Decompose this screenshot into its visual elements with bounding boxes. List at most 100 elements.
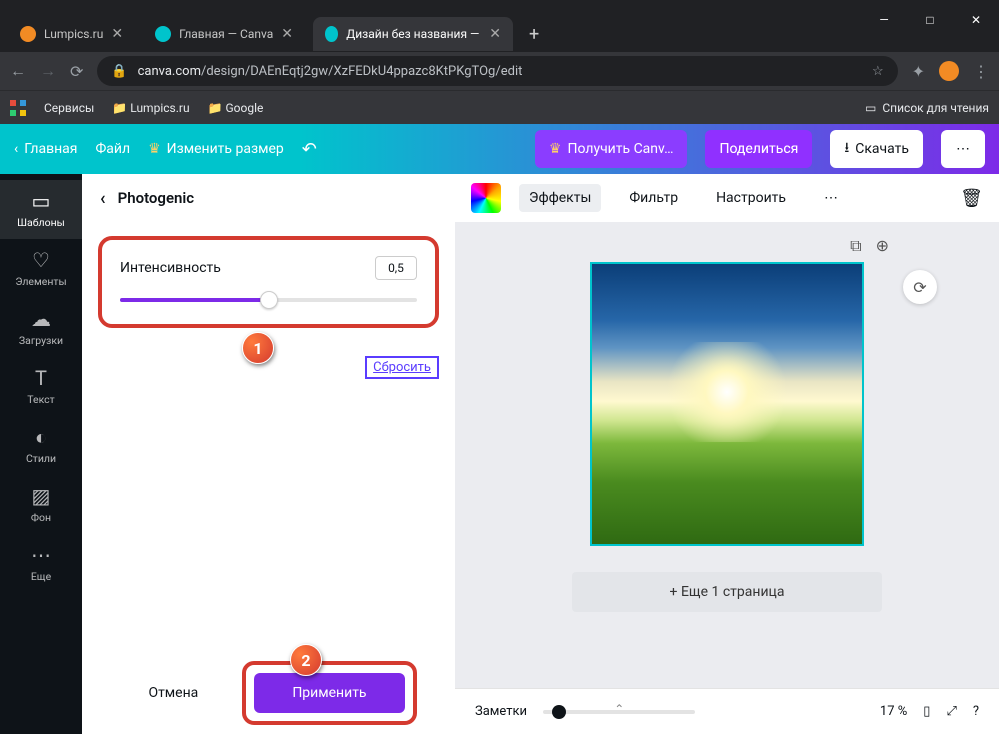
adjust-button[interactable]: Настроить — [706, 184, 796, 212]
favicon-icon — [155, 26, 171, 42]
templates-icon: ▭ — [32, 190, 51, 212]
zoom-slider[interactable]: ⌃ — [543, 710, 695, 714]
panel-body: Интенсивность 0,5 1 Сбросить — [82, 222, 455, 652]
bookmark-item[interactable]: 📁 Lumpics.ru — [112, 101, 189, 115]
rail-background[interactable]: ▨Фон — [0, 475, 82, 534]
menu-icon[interactable]: ⋮ — [973, 62, 989, 81]
favicon-icon — [325, 26, 338, 42]
slider-value-input[interactable]: 0,5 — [375, 256, 417, 280]
more-icon: ⋯ — [31, 544, 51, 566]
apply-callout: Применить — [242, 661, 416, 725]
tab-title: Главная — Canva — [179, 27, 273, 41]
more-button[interactable]: ⋯ — [941, 130, 985, 168]
bookmark-item[interactable]: 📁 Google — [208, 101, 264, 115]
close-tab-icon[interactable]: ✕ — [489, 26, 501, 42]
zoom-value: 17 % — [880, 704, 907, 719]
panel-header: ‹ Photogenic — [82, 174, 455, 222]
intensity-callout: Интенсивность 0,5 — [98, 236, 439, 328]
browser-tab[interactable]: Дизайн без названия — 1481 ✕ — [313, 17, 513, 51]
footer-handle-icon[interactable]: ⌃ — [614, 702, 624, 716]
annotation-badge-1: 1 — [242, 332, 274, 364]
rail-more[interactable]: ⋯Еще — [0, 534, 82, 593]
apply-button[interactable]: Применить — [254, 673, 404, 713]
reload-icon[interactable]: ⟳ — [70, 62, 83, 81]
notes-button[interactable]: Заметки — [475, 704, 527, 719]
zoom-thumb[interactable] — [552, 705, 566, 719]
context-more-icon[interactable]: ⋯ — [814, 184, 848, 212]
download-button[interactable]: ⭳ Скачать — [830, 130, 923, 168]
rail-styles[interactable]: ◐Стили — [0, 416, 82, 475]
minimize-button[interactable]: — — [861, 5, 907, 35]
lock-icon: 🔒 — [111, 64, 127, 79]
rail-uploads[interactable]: ☁Загрузки — [0, 298, 82, 357]
filter-button[interactable]: Фильтр — [619, 184, 688, 212]
back-icon[interactable]: ← — [10, 61, 26, 81]
styles-icon: ◐ — [35, 426, 47, 448]
tab-title: Дизайн без названия — 1481 — [346, 27, 481, 41]
canvas-column: Эффекты Фильтр Настроить ⋯ 🗑 ⧉ ⊕ ⟳ + Еще… — [455, 174, 999, 734]
reading-list[interactable]: ▭ Список для чтения — [865, 101, 989, 115]
background-icon: ▨ — [32, 485, 51, 507]
window-titlebar — [0, 0, 999, 16]
close-tab-icon[interactable]: ✕ — [111, 26, 123, 42]
url-text: canva.com/design/DAEnEqtj2gw/XzFEDkU4ppa… — [138, 64, 523, 79]
duplicate-page-icon[interactable]: ⧉ — [850, 236, 861, 256]
rail-text[interactable]: TТекст — [0, 357, 82, 416]
get-canva-button[interactable]: ♛ Получить Canv… — [535, 130, 688, 168]
left-panel: ‹ Photogenic Интенсивность 0,5 1 Сбросит… — [82, 174, 455, 734]
apps-icon[interactable] — [10, 100, 26, 116]
canvas-area[interactable]: ⧉ ⊕ ⟳ + Еще 1 страница — [455, 222, 999, 688]
bookmarks-bar: Сервисы 📁 Lumpics.ru 📁 Google ▭ Список д… — [0, 90, 999, 124]
pages-icon[interactable]: ▯ — [923, 704, 930, 719]
share-button[interactable]: Поделиться — [705, 130, 812, 168]
canvas-footer: Заметки ⌃ 17 % ▯ ⤢ ? — [455, 688, 999, 734]
undo-icon[interactable]: ↶ — [302, 139, 317, 160]
slider-fill — [120, 298, 269, 302]
slider-thumb[interactable] — [260, 291, 278, 309]
slider-row: Интенсивность 0,5 — [120, 256, 417, 280]
help-icon[interactable]: ? — [973, 704, 979, 719]
forward-icon[interactable]: → — [40, 61, 56, 81]
color-swatch[interactable] — [471, 183, 501, 213]
add-page-icon[interactable]: ⊕ — [876, 236, 889, 256]
app-body: ▭Шаблоны ♡Элементы ☁Загрузки TТекст ◐Сти… — [0, 174, 999, 734]
url-bar[interactable]: 🔒 canva.com/design/DAEnEqtj2gw/XzFEDkU4p… — [97, 56, 897, 86]
page-actions: ⧉ ⊕ — [850, 236, 889, 256]
effects-button[interactable]: Эффекты — [519, 184, 601, 212]
bookmark-services[interactable]: Сервисы — [44, 101, 94, 115]
annotation-badge-2: 2 — [290, 644, 322, 676]
panel-footer: 2 Отмена Применить — [82, 652, 455, 734]
file-menu[interactable]: Файл — [95, 141, 130, 157]
context-toolbar: Эффекты Фильтр Настроить ⋯ 🗑 — [455, 174, 999, 222]
new-tab-button[interactable]: + — [521, 24, 547, 45]
window-controls: — □ ✕ — [861, 5, 999, 35]
close-window-button[interactable]: ✕ — [953, 5, 999, 35]
intensity-slider[interactable] — [120, 298, 417, 302]
star-icon[interactable]: ☆ — [872, 64, 884, 79]
fullscreen-icon[interactable]: ⤢ — [946, 704, 956, 719]
panel-back-icon[interactable]: ‹ — [100, 188, 106, 209]
favicon-icon — [20, 26, 36, 42]
rotate-handle[interactable]: ⟳ — [903, 270, 937, 304]
browser-toolbar: ← → ⟳ 🔒 canva.com/design/DAEnEqtj2gw/XzF… — [0, 52, 999, 90]
close-tab-icon[interactable]: ✕ — [281, 26, 293, 42]
rail-templates[interactable]: ▭Шаблоны — [0, 180, 82, 239]
home-link[interactable]: ‹ Главная — [14, 141, 77, 157]
app-root: ‹ Главная Файл ♛ Изменить размер ↶ ♛ Пол… — [0, 124, 999, 734]
reset-link[interactable]: Сбросить — [365, 356, 439, 379]
trash-icon[interactable]: 🗑 — [960, 188, 983, 209]
resize-menu[interactable]: ♛ Изменить размер — [148, 141, 284, 157]
browser-tab[interactable]: Lumpics.ru ✕ — [8, 17, 135, 51]
app-header: ‹ Главная Файл ♛ Изменить размер ↶ ♛ Пол… — [0, 124, 999, 174]
profile-avatar[interactable] — [939, 61, 959, 81]
text-icon: T — [35, 367, 47, 389]
artboard-image[interactable] — [592, 264, 862, 544]
tab-title: Lumpics.ru — [44, 27, 103, 41]
elements-icon: ♡ — [32, 249, 50, 271]
add-page-button[interactable]: + Еще 1 страница — [572, 572, 882, 612]
rail-elements[interactable]: ♡Элементы — [0, 239, 82, 298]
maximize-button[interactable]: □ — [907, 5, 953, 35]
cancel-button[interactable]: Отмена — [120, 673, 226, 713]
extension-icon[interactable]: ✦ — [912, 62, 925, 81]
browser-tab[interactable]: Главная — Canva ✕ — [143, 17, 305, 51]
